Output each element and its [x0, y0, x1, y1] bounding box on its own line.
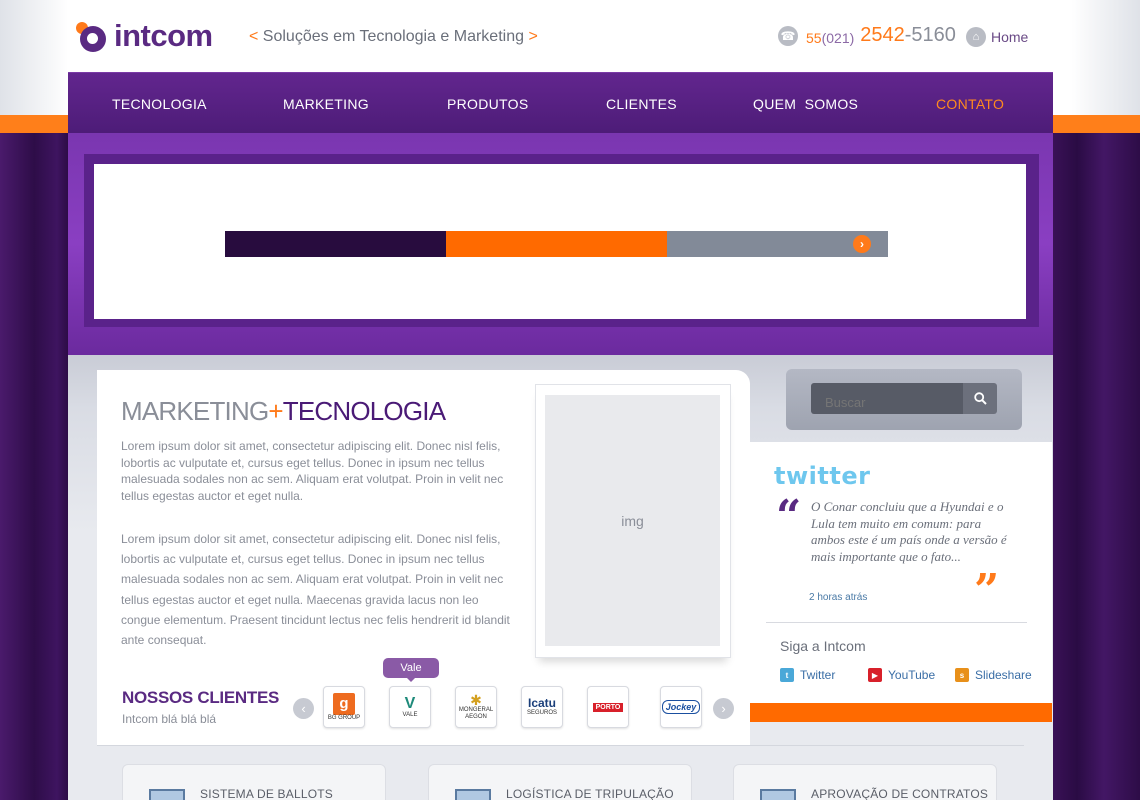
phone-icon: ☎	[778, 25, 798, 46]
slideshare-icon: s	[955, 668, 969, 682]
clients-next-arrow-icon[interactable]: ›	[713, 698, 734, 719]
main-panel: MARKETING+TECNOLOGIA Lorem ipsum dolor s…	[97, 370, 750, 745]
tweet-timestamp[interactable]: 2 horas atrás	[809, 592, 867, 603]
bottom-divider	[97, 745, 1024, 746]
client-logo-mongeral-aegon[interactable]: ✱ MONGERAL AEGON	[455, 686, 497, 728]
sidebar-divider	[766, 622, 1027, 623]
youtube-icon: ▶	[868, 668, 882, 682]
social-link-slideshare[interactable]: s Slideshare	[955, 668, 1032, 682]
phone-number: ☎ 55(021) 2542-5160	[778, 24, 956, 47]
monitor-icon	[149, 789, 185, 800]
nav-item-marketing[interactable]: MARKETING	[283, 96, 369, 112]
banner-slider: ›	[94, 164, 1026, 319]
nav-item-quem-somos[interactable]: QUEM SOMOS	[753, 96, 858, 112]
nav-item-contato[interactable]: CONTATO	[936, 96, 1004, 112]
search-panel	[786, 369, 1022, 430]
sidebar-panel: twitter “ O Conar concluiu que a Hyundai…	[750, 442, 1052, 703]
home-label: Home	[991, 29, 1029, 45]
page-title: MARKETING+TECNOLOGIA	[121, 396, 446, 426]
quote-open-icon: “	[776, 491, 802, 542]
image-placeholder: img	[545, 395, 720, 646]
intro-paragraph-1: Lorem ipsum dolor sit amet, consectetur …	[121, 439, 504, 504]
client-logo-bg-group[interactable]: g BG GROUP	[323, 686, 365, 728]
site-logo[interactable]: intcom	[76, 18, 213, 54]
image-frame: img	[535, 384, 731, 658]
logo-text: intcom	[114, 18, 213, 53]
tagline: < Soluções em Tecnologia e Marketing >	[249, 28, 538, 45]
twitter-logo[interactable]: twitter	[774, 462, 870, 490]
client-logo-icatu[interactable]: Icatu SEGUROS	[521, 686, 563, 728]
monitor-icon	[455, 789, 491, 800]
service-card-ballots[interactable]: SISTEMA DE BALLOTS	[122, 764, 386, 800]
banner-area: ›	[68, 133, 1053, 355]
site-header: intcom < Soluções em Tecnologia e Market…	[68, 0, 1053, 72]
monitor-icon	[760, 789, 796, 800]
sidebar-orange-strip	[750, 703, 1052, 722]
client-tooltip: Vale	[383, 658, 439, 682]
search-button[interactable]	[963, 383, 997, 414]
client-logo-porto[interactable]: PORTO	[587, 686, 629, 728]
service-card-title: LOGÍSTICA DE TRIPULAÇÃO	[506, 787, 674, 800]
banner-bar-2[interactable]	[446, 231, 667, 257]
home-link[interactable]: ⌂ Home	[966, 27, 1028, 47]
social-link-youtube[interactable]: ▶ YouTube	[868, 668, 935, 682]
follow-title: Siga a Intcom	[780, 638, 866, 654]
clients-prev-arrow-icon[interactable]: ‹	[293, 698, 314, 719]
intro-paragraph-2: Lorem ipsum dolor sit amet, consectetur …	[121, 532, 510, 648]
main-nav: TECNOLOGIA MARKETING PRODUTOS CLIENTES Q…	[68, 72, 1053, 133]
nav-item-produtos[interactable]: PRODUTOS	[447, 96, 529, 112]
clients-title: NOSSOS CLIENTES	[122, 688, 280, 707]
tweet-text: O Conar concluiu que a Hyundai e o Lula …	[811, 499, 1007, 565]
client-logo-jockey[interactable]: Jockey	[660, 686, 702, 728]
search-input[interactable]	[811, 383, 963, 414]
service-card-logistica[interactable]: LOGÍSTICA DE TRIPULAÇÃO	[428, 764, 692, 800]
logo-mark-icon	[76, 20, 106, 52]
client-logo-vale[interactable]: V VALE	[389, 686, 431, 728]
background-purple-right	[1050, 133, 1140, 800]
search-icon	[973, 392, 987, 405]
service-card-contratos[interactable]: APROVAÇÃO DE CONTRATOS	[733, 764, 997, 800]
social-link-twitter[interactable]: t Twitter	[780, 668, 835, 682]
banner-bar-1[interactable]	[225, 231, 446, 257]
twitter-icon: t	[780, 668, 794, 682]
clients-subtitle: Intcom blá blá blá	[122, 712, 217, 726]
service-card-title: SISTEMA DE BALLOTS	[200, 787, 333, 800]
nav-item-clientes[interactable]: CLIENTES	[606, 96, 677, 112]
banner-next-arrow-icon[interactable]: ›	[853, 235, 871, 253]
quote-close-icon: ”	[974, 565, 1000, 616]
home-icon: ⌂	[966, 27, 986, 47]
nav-item-tecnologia[interactable]: TECNOLOGIA	[112, 96, 207, 112]
service-card-title: APROVAÇÃO DE CONTRATOS	[811, 787, 989, 800]
